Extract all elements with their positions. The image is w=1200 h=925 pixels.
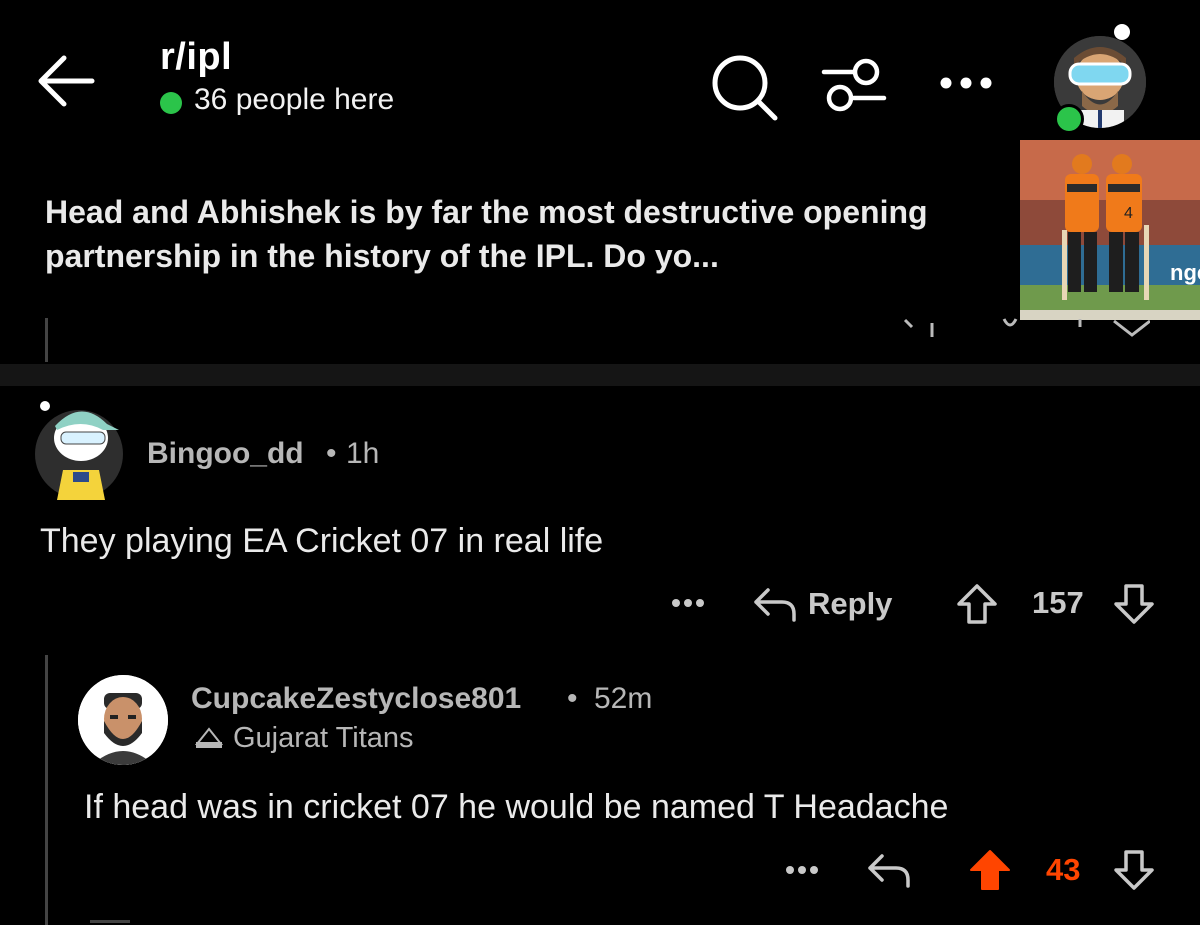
filter-icon[interactable] xyxy=(818,50,890,122)
subreddit-title[interactable]: r/ipl xyxy=(160,36,232,79)
commenter-avatar[interactable] xyxy=(33,400,125,500)
online-count: 36 people here xyxy=(194,83,395,116)
downvote-icon[interactable] xyxy=(1112,848,1156,892)
avatar-online-dot xyxy=(1054,104,1084,134)
upvote-active-icon[interactable] xyxy=(968,848,1012,892)
thread-branch-line xyxy=(90,920,130,923)
svg-text:4: 4 xyxy=(1124,205,1133,222)
commenter-avatar[interactable] xyxy=(78,675,168,765)
reply-arrow-icon xyxy=(754,588,796,622)
vote-score: 43 xyxy=(1046,852,1081,887)
comment-more-icon[interactable] xyxy=(668,588,708,618)
thread-line xyxy=(45,655,48,925)
meta-separator: • xyxy=(326,437,337,470)
reply-label: Reply xyxy=(808,586,893,621)
reply-button[interactable]: Reply xyxy=(752,582,892,626)
post-thumbnail[interactable]: nge 4 xyxy=(1020,140,1200,320)
cricket-players-image: nge 4 xyxy=(1020,140,1200,320)
svg-text:nge: nge xyxy=(1170,260,1200,285)
user-flair: Gujarat Titans xyxy=(233,722,414,754)
downvote-icon[interactable] xyxy=(1112,582,1156,626)
comment-timestamp: 1h xyxy=(346,437,380,470)
thread-line xyxy=(45,318,48,362)
upvote-icon[interactable] xyxy=(955,582,999,626)
gujarat-titans-logo-icon xyxy=(194,727,224,748)
vote-score: 157 xyxy=(1032,585,1084,620)
post-title[interactable]: Head and Abhishek is by far the most des… xyxy=(45,190,995,278)
section-divider xyxy=(0,364,1200,386)
search-icon[interactable] xyxy=(705,48,785,128)
avatar-icon xyxy=(78,675,168,765)
comment-timestamp: 52m xyxy=(594,682,653,715)
meta-separator: • xyxy=(567,682,578,715)
post-actions-partial xyxy=(903,318,1150,337)
online-indicator-dot xyxy=(160,92,182,114)
comment-body: They playing EA Cricket 07 in real life xyxy=(40,522,604,560)
notification-dot xyxy=(1114,24,1130,40)
back-arrow-icon[interactable] xyxy=(30,45,102,117)
reply-arrow-icon[interactable] xyxy=(866,848,912,892)
more-options-icon[interactable] xyxy=(930,55,1002,111)
comment-body: If head was in cricket 07 he would be na… xyxy=(84,788,949,826)
comment-username[interactable]: CupcakeZestyclose801 xyxy=(191,682,521,716)
comment-username[interactable]: Bingoo_dd xyxy=(147,437,304,471)
comment-more-icon[interactable] xyxy=(782,855,822,885)
